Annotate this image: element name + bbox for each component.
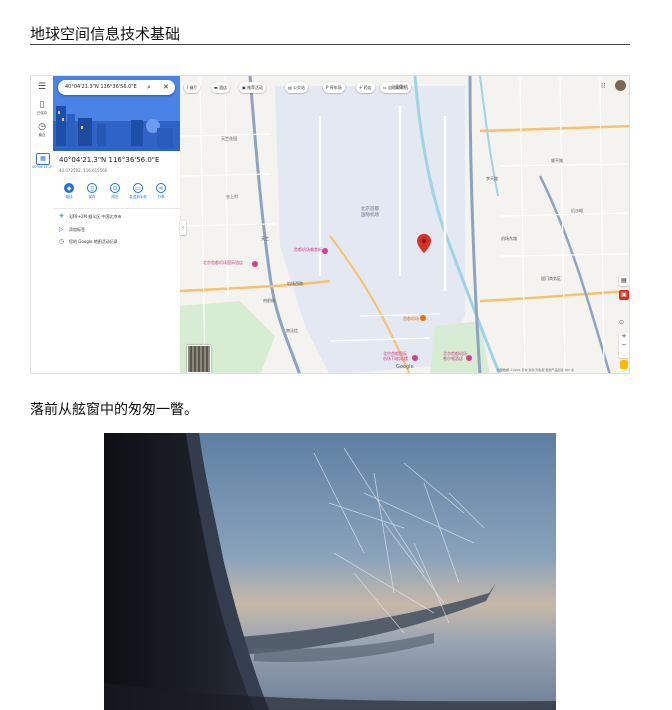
map-footer: 地图数据 ©2024 日本 条款 隐私权 发送产品反馈 200 米 (497, 368, 575, 372)
nearby-label: 附近 (111, 195, 119, 199)
poi-food-street[interactable]: 首都机场美食街 (294, 247, 322, 253)
close-icon[interactable]: ✕ (163, 80, 169, 95)
place-title: 40°04'21.3"N 116°36'56.0"E (59, 156, 160, 164)
share-button[interactable]: ⋖ 分享 (151, 183, 171, 200)
chip-parking[interactable]: P 停车场 (323, 82, 345, 93)
road-label: 国门商务区 (541, 276, 561, 281)
google-logo: Google (396, 364, 414, 370)
add-label-row[interactable]: ▷ 添加标签 (59, 226, 85, 234)
zoom-controls: + − (619, 332, 629, 358)
send-to-phone-button[interactable]: ▭ 发送到手机 (128, 183, 148, 200)
side-rail: ☰ ▯ 已保存 ◷ 最近 ▦ 40°04′21.3"N... (31, 76, 59, 373)
bookmark-icon[interactable]: ▯ (36, 100, 48, 110)
poi-hilton[interactable]: 北京首都机场 希尔顿酒店 (443, 351, 467, 361)
phone-icon: ▭ (133, 183, 143, 193)
history-icon[interactable]: ◷ (36, 122, 48, 132)
recents-label: 最近 (38, 133, 46, 137)
history-icon: ◷ (59, 238, 65, 245)
chip-restaurants[interactable]: ꟾ 餐厅 (184, 82, 201, 93)
divider (53, 208, 180, 209)
save-button[interactable]: ▯ 保存 (82, 183, 102, 200)
search-icon[interactable]: ⌕ (147, 80, 151, 95)
road-label: 天竺 (261, 236, 269, 241)
bookmark-icon: ▯ (87, 183, 97, 193)
road-label: 天竺花园 (221, 136, 237, 141)
chip-pharmacy[interactable]: + 药店 (356, 82, 375, 93)
road-label: 仓上村 (226, 194, 238, 199)
figure-caption: 落前从舷窗中的匆匆一瞥。 (30, 402, 198, 418)
directions-button[interactable]: ◆ 路线 (59, 183, 79, 200)
window-photo (104, 433, 556, 710)
road-label: 李天路 (486, 176, 498, 181)
road-label: 机场东路 (501, 236, 517, 241)
search-query: 40°04'21.3"N 116°36'56.0"E (65, 84, 137, 90)
map-canvas[interactable] (180, 76, 630, 374)
search-input[interactable]: 40°04'21.3"N 116°36'56.0"E ⌕ ✕ (58, 80, 175, 95)
chip-hotels[interactable]: ▬ 酒店 (211, 82, 231, 93)
directions-label: 路线 (65, 195, 73, 199)
saved-list-icon[interactable]: ▣ (619, 290, 629, 300)
activity-row[interactable]: ◷ 您的 Google 地图活动记录 (59, 238, 118, 246)
zoom-out-button[interactable]: − (619, 341, 629, 350)
airplane-window-photo (104, 433, 556, 710)
plus-code-icon: ⁜ (59, 213, 65, 220)
activity-text: 您的 Google 地图活动记录 (69, 239, 118, 244)
collapse-panel-button[interactable]: ‹ (180, 221, 186, 235)
road-label: 南法信 (286, 328, 298, 333)
airport-label: 北京首都 国际机场 (361, 207, 379, 218)
recent-place-icon[interactable]: ▦ (36, 153, 50, 165)
recent-place-label: 40°04′21.3"N... (32, 165, 59, 169)
chip-transit[interactable]: ▤ 公交站 (285, 82, 309, 93)
share-label: 分享 (157, 195, 165, 199)
road-label: 十里堡村 (391, 84, 407, 89)
zoom-in-button[interactable]: + (619, 332, 629, 341)
send-to-phone-label: 发送到手机 (129, 195, 147, 199)
avatar[interactable] (615, 80, 626, 91)
share-icon: ⋖ (156, 183, 166, 193)
page-header: 地球空间信息技术基础 (30, 24, 630, 45)
plus-code-text: 3JF8+2M 顺义区 中国北京市 (69, 214, 122, 219)
google-maps-screenshot: ☰ ▯ 已保存 ◷ 最近 ▦ 40°04′21.3"N... 40°04'21.… (30, 75, 630, 374)
poi-terminal-3[interactable]: 北京首都国际 机场T3航站楼 (383, 351, 408, 361)
label-icon: ▷ (59, 226, 64, 233)
place-decimal-coords: 40.072582, 116.615566 (59, 168, 108, 173)
save-label: 保存 (88, 195, 96, 199)
layers-icon[interactable]: ▤ (619, 276, 629, 286)
road-label: 后沙峪 (571, 208, 583, 213)
add-label-text: 添加标签 (69, 227, 85, 232)
directions-icon: ◆ (64, 183, 74, 193)
road-label: 府前街 (263, 298, 275, 303)
street-view-hero[interactable]: 40°04'21.3"N 116°36'56.0"E ⌕ ✕ (53, 76, 180, 151)
poi-airport[interactable]: 首都机场 (403, 316, 419, 322)
menu-icon[interactable]: ☰ (36, 82, 48, 92)
place-panel: 40°04'21.3"N 116°36'56.0"E ⌕ ✕ 40°04'21.… (53, 76, 181, 373)
document-title: 地球空间信息技术基础 (30, 25, 181, 43)
nearby-icon: ⊙ (110, 183, 120, 193)
apps-grid-icon[interactable]: ⁞⁞ (601, 82, 605, 90)
chip-things-to-do[interactable]: ▣ 推荐活动 (239, 82, 267, 93)
street-view-thumbnail[interactable] (187, 345, 211, 373)
plus-code-row[interactable]: ⁜ 3JF8+2M 顺义区 中国北京市 (59, 213, 121, 221)
nearby-button[interactable]: ⊙ 附近 (105, 183, 125, 200)
road-label: 顺平路 (551, 158, 563, 163)
road-label: 机场西路 (287, 281, 303, 286)
photo-thumb-pattern (188, 346, 210, 372)
compass-icon[interactable]: ⊙ (619, 319, 624, 326)
saved-label: 已保存 (36, 111, 48, 115)
poi-hotel[interactable]: 北京首都机场国际酒店 (203, 260, 243, 266)
pegman-icon[interactable] (620, 360, 628, 369)
